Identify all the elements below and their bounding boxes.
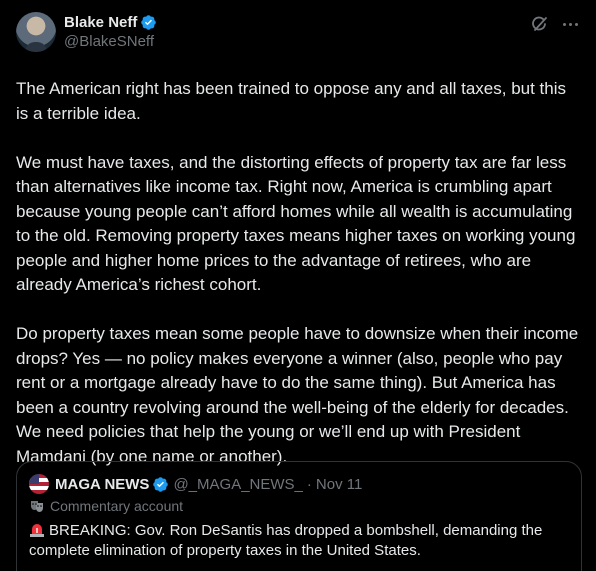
more-icon[interactable] bbox=[560, 14, 580, 34]
quoted-author-display-name[interactable]: MAGA NEWS bbox=[55, 476, 149, 493]
name-row: Blake Neff bbox=[64, 12, 157, 32]
quoted-post-text: BREAKING: Gov. Ron DeSantis has dropped … bbox=[29, 521, 569, 561]
theater-mask-icon bbox=[29, 498, 45, 514]
author-avatar[interactable] bbox=[16, 12, 56, 52]
account-label-text: Commentary account bbox=[50, 498, 184, 514]
quoted-author-avatar[interactable] bbox=[29, 474, 49, 494]
siren-icon bbox=[29, 521, 45, 537]
post-paragraph: The American right has been trained to o… bbox=[16, 79, 567, 123]
post-paragraph: Do property taxes mean some people have … bbox=[16, 324, 579, 466]
post-header: Blake Neff @BlakeSNeff bbox=[16, 12, 580, 56]
author-handle[interactable]: @BlakeSNeff bbox=[64, 32, 157, 52]
author-display-name[interactable]: Blake Neff bbox=[64, 14, 137, 31]
dot-separator: · bbox=[306, 475, 312, 493]
grok-icon[interactable] bbox=[530, 14, 550, 34]
quoted-author-handle[interactable]: @_MAGA_NEWS_ bbox=[173, 476, 302, 493]
header-actions bbox=[530, 12, 580, 34]
author-names: Blake Neff @BlakeSNeff bbox=[64, 12, 157, 52]
quoted-post-date[interactable]: Nov 11 bbox=[316, 476, 362, 493]
quoted-post[interactable]: MAGA NEWS @_MAGA_NEWS_ · Nov 11 Commenta… bbox=[16, 461, 582, 571]
account-label: Commentary account bbox=[29, 496, 569, 516]
post-text: The American right has been trained to o… bbox=[16, 77, 582, 469]
verified-badge-icon[interactable] bbox=[152, 476, 169, 493]
quoted-post-text-content: BREAKING: Gov. Ron DeSantis has dropped … bbox=[29, 522, 543, 559]
post: Blake Neff @BlakeSNeff The American righ… bbox=[0, 0, 596, 571]
verified-badge-icon[interactable] bbox=[140, 14, 157, 31]
post-paragraph: We must have taxes, and the distorting e… bbox=[16, 152, 576, 295]
quoted-post-header: MAGA NEWS @_MAGA_NEWS_ · Nov 11 bbox=[29, 474, 569, 494]
